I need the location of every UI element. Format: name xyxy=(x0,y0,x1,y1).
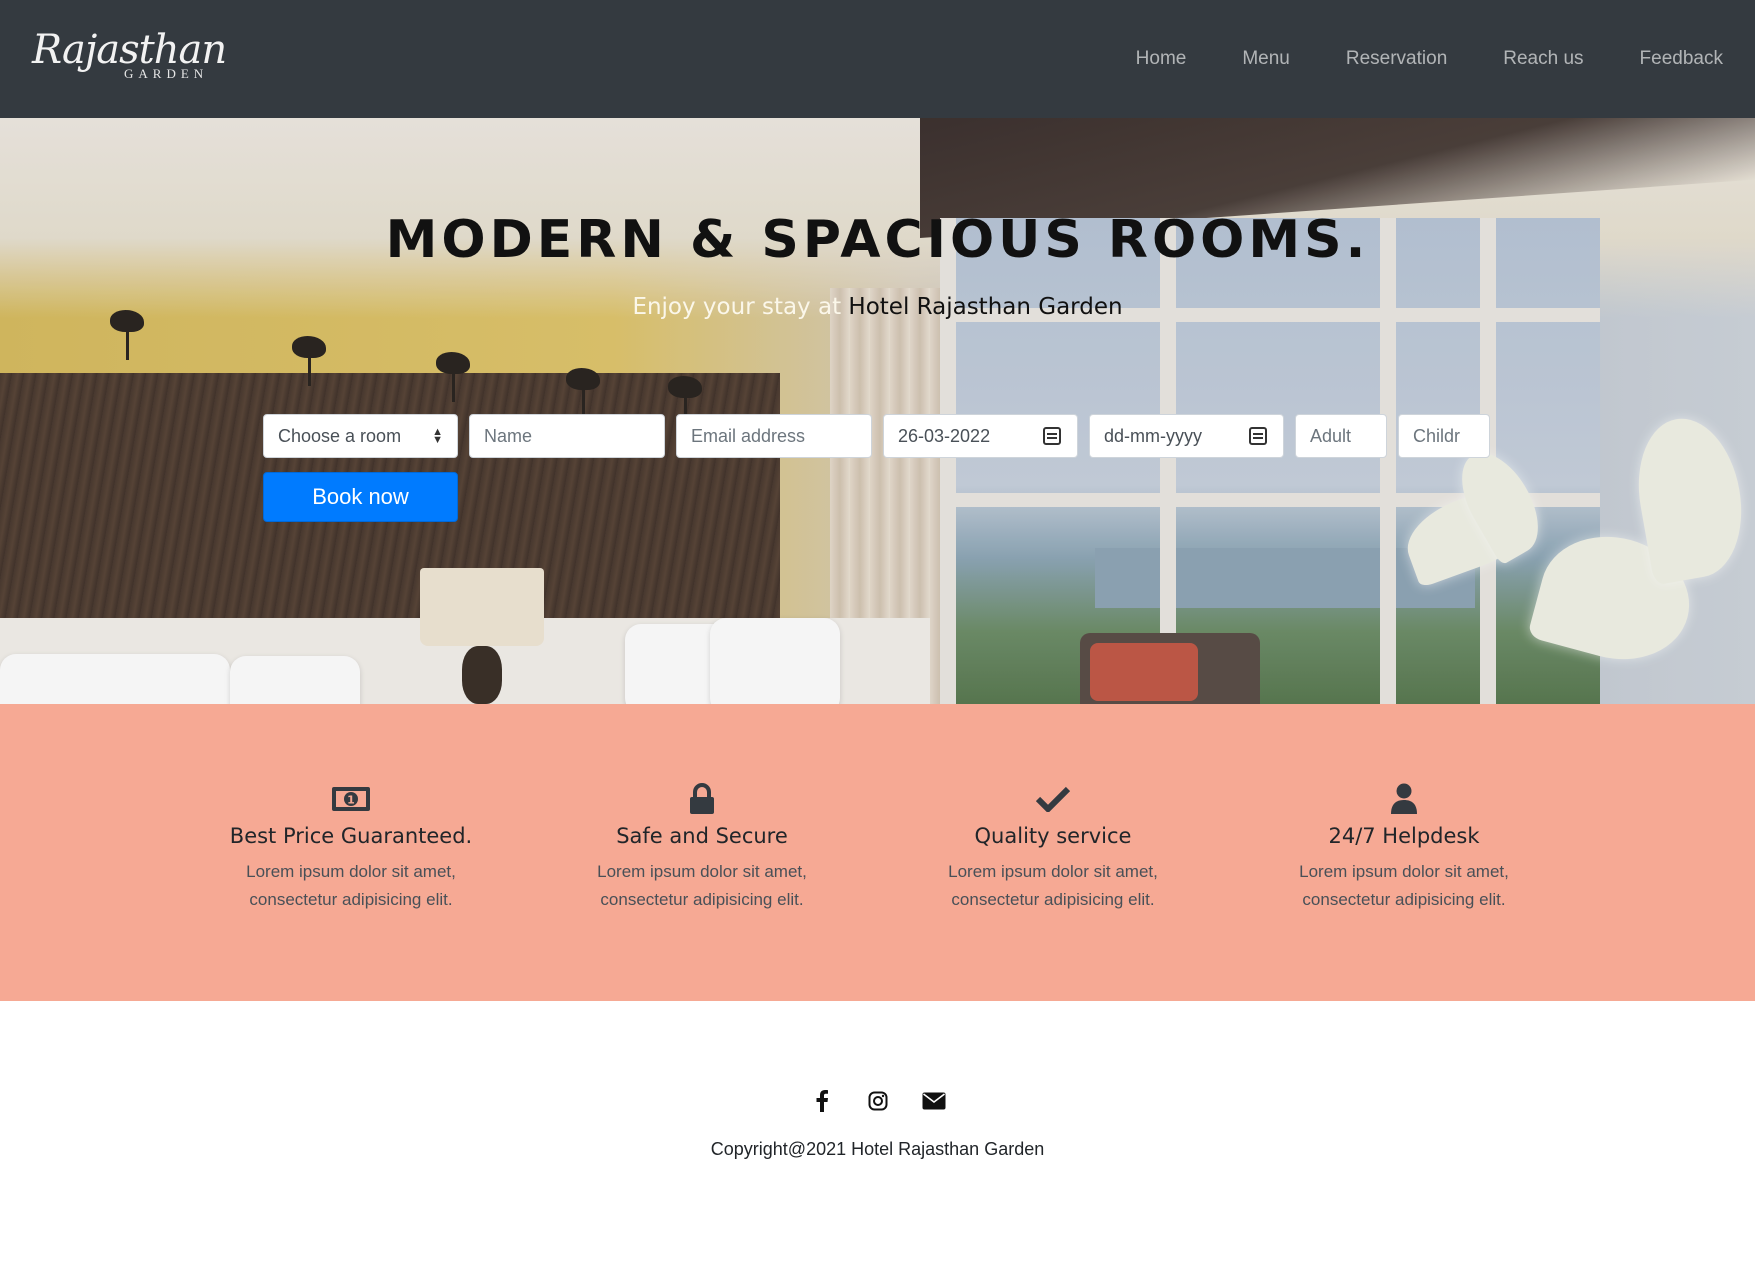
email-placeholder: Email address xyxy=(691,425,806,446)
feature-text-line: Lorem ipsum dolor sit amet, xyxy=(597,862,807,881)
hero-subtitle-hotel: Hotel Rajasthan Garden xyxy=(848,294,1123,320)
nav-reach-us[interactable]: Reach us xyxy=(1503,48,1583,70)
booking-form: Choose a room ▲ ▼ Name Email address 26-0… xyxy=(263,414,1490,458)
calendar-icon[interactable] xyxy=(1249,427,1267,445)
feature-title: Best Price Guaranteed. xyxy=(229,824,473,848)
feature-text: Lorem ipsum dolor sit amet, consectetur … xyxy=(1244,858,1564,914)
feature-title: Safe and Secure xyxy=(616,824,788,848)
name-input[interactable]: Name xyxy=(469,414,665,458)
nav-links: Home Menu Reservation Reach us Feedback xyxy=(1080,0,1723,118)
feature-title: Quality service xyxy=(974,824,1132,848)
feature-text-line: consectetur adipisicing elit. xyxy=(951,890,1155,909)
adult-input[interactable]: Adult xyxy=(1295,414,1387,458)
user-icon xyxy=(1244,782,1564,816)
hero-subtitle: Enjoy your stay at Hotel Rajasthan Garde… xyxy=(0,294,1755,320)
money-icon: 1 xyxy=(191,782,511,816)
feature-text-line: consectetur adipisicing elit. xyxy=(600,890,804,909)
social-links xyxy=(0,1088,1755,1114)
feature-text-line: consectetur adipisicing elit. xyxy=(249,890,453,909)
navbar: Rajasthan GARDEN Home Menu Reservation R… xyxy=(0,0,1755,118)
feature-title: 24/7 Helpdesk xyxy=(1328,824,1480,848)
copyright-text: Copyright@2021 Hotel Rajasthan Garden xyxy=(710,1139,1045,1159)
checkout-date-placeholder: dd-mm-yyyy xyxy=(1104,425,1202,446)
hero-title: MODERN & SPACIOUS ROOMS. xyxy=(385,210,1370,270)
room-select[interactable]: Choose a room ▲ ▼ xyxy=(263,414,458,458)
brand-logo[interactable]: Rajasthan GARDEN xyxy=(32,26,227,88)
svg-text:1: 1 xyxy=(347,794,355,807)
feature-text-line: Lorem ipsum dolor sit amet, xyxy=(948,862,1158,881)
feature-item: Quality service Lorem ipsum dolor sit am… xyxy=(893,782,1213,914)
feature-text-line: Lorem ipsum dolor sit amet, xyxy=(1299,862,1509,881)
instagram-icon[interactable] xyxy=(865,1088,891,1114)
room-select-value: Choose a room xyxy=(278,425,402,446)
hero-section: MODERN & SPACIOUS ROOMS. Enjoy your stay… xyxy=(0,118,1755,704)
feature-text: Lorem ipsum dolor sit amet, consectetur … xyxy=(893,858,1213,914)
envelope-icon[interactable] xyxy=(921,1088,947,1114)
feature-item: 1 Best Price Guaranteed. Lorem ipsum dol… xyxy=(191,782,511,914)
children-placeholder: Childr xyxy=(1413,425,1461,446)
nav-feedback[interactable]: Feedback xyxy=(1640,48,1723,70)
logo-subtitle: GARDEN xyxy=(124,66,209,81)
lock-icon xyxy=(542,782,862,816)
nav-reservation[interactable]: Reservation xyxy=(1346,48,1447,70)
feature-text-line: consectetur adipisicing elit. xyxy=(1302,890,1506,909)
feature-item: 24/7 Helpdesk Lorem ipsum dolor sit amet… xyxy=(1244,782,1564,914)
name-placeholder: Name xyxy=(484,425,533,446)
calendar-icon[interactable] xyxy=(1043,427,1061,445)
nav-home[interactable]: Home xyxy=(1136,48,1187,70)
feature-text-line: Lorem ipsum dolor sit amet, xyxy=(246,862,456,881)
book-now-button[interactable]: Book now xyxy=(263,472,458,522)
hero-subtitle-prefix: Enjoy your stay at xyxy=(632,294,842,320)
feature-text: Lorem ipsum dolor sit amet, consectetur … xyxy=(191,858,511,914)
adult-placeholder: Adult xyxy=(1310,425,1352,446)
select-arrows-icon: ▲ ▼ xyxy=(432,426,443,446)
email-input[interactable]: Email address xyxy=(676,414,872,458)
feature-text: Lorem ipsum dolor sit amet, consectetur … xyxy=(542,858,862,914)
features-section: 1 Best Price Guaranteed. Lorem ipsum dol… xyxy=(0,704,1755,1001)
children-input[interactable]: Childr xyxy=(1398,414,1490,458)
facebook-icon[interactable] xyxy=(809,1088,835,1114)
checkout-date-input[interactable]: dd-mm-yyyy xyxy=(1089,414,1284,458)
check-icon xyxy=(893,782,1213,816)
checkin-date-value: 26-03-2022 xyxy=(898,425,991,446)
checkin-date-input[interactable]: 26-03-2022 xyxy=(883,414,1078,458)
nav-menu[interactable]: Menu xyxy=(1242,48,1290,70)
feature-item: Safe and Secure Lorem ipsum dolor sit am… xyxy=(542,782,862,914)
